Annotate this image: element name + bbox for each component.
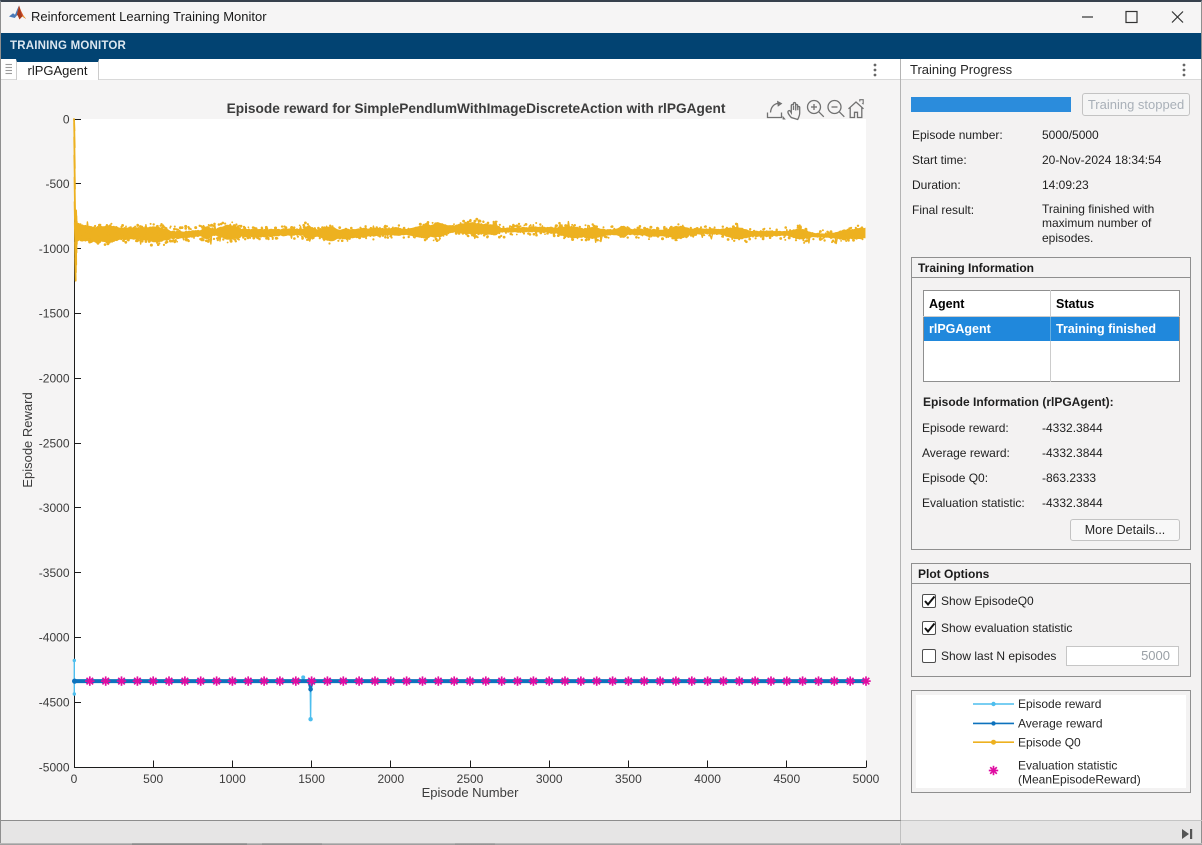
svg-text:Episode reward: Episode reward: [1018, 697, 1101, 711]
svg-text:Average reward: Average reward: [1018, 717, 1103, 731]
svg-text:Episode Q0: Episode Q0: [1018, 736, 1081, 750]
svg-text:Evaluation statistic: Evaluation statistic: [1018, 759, 1117, 773]
svg-text:(MeanEpisodeReward): (MeanEpisodeReward): [1018, 773, 1141, 787]
